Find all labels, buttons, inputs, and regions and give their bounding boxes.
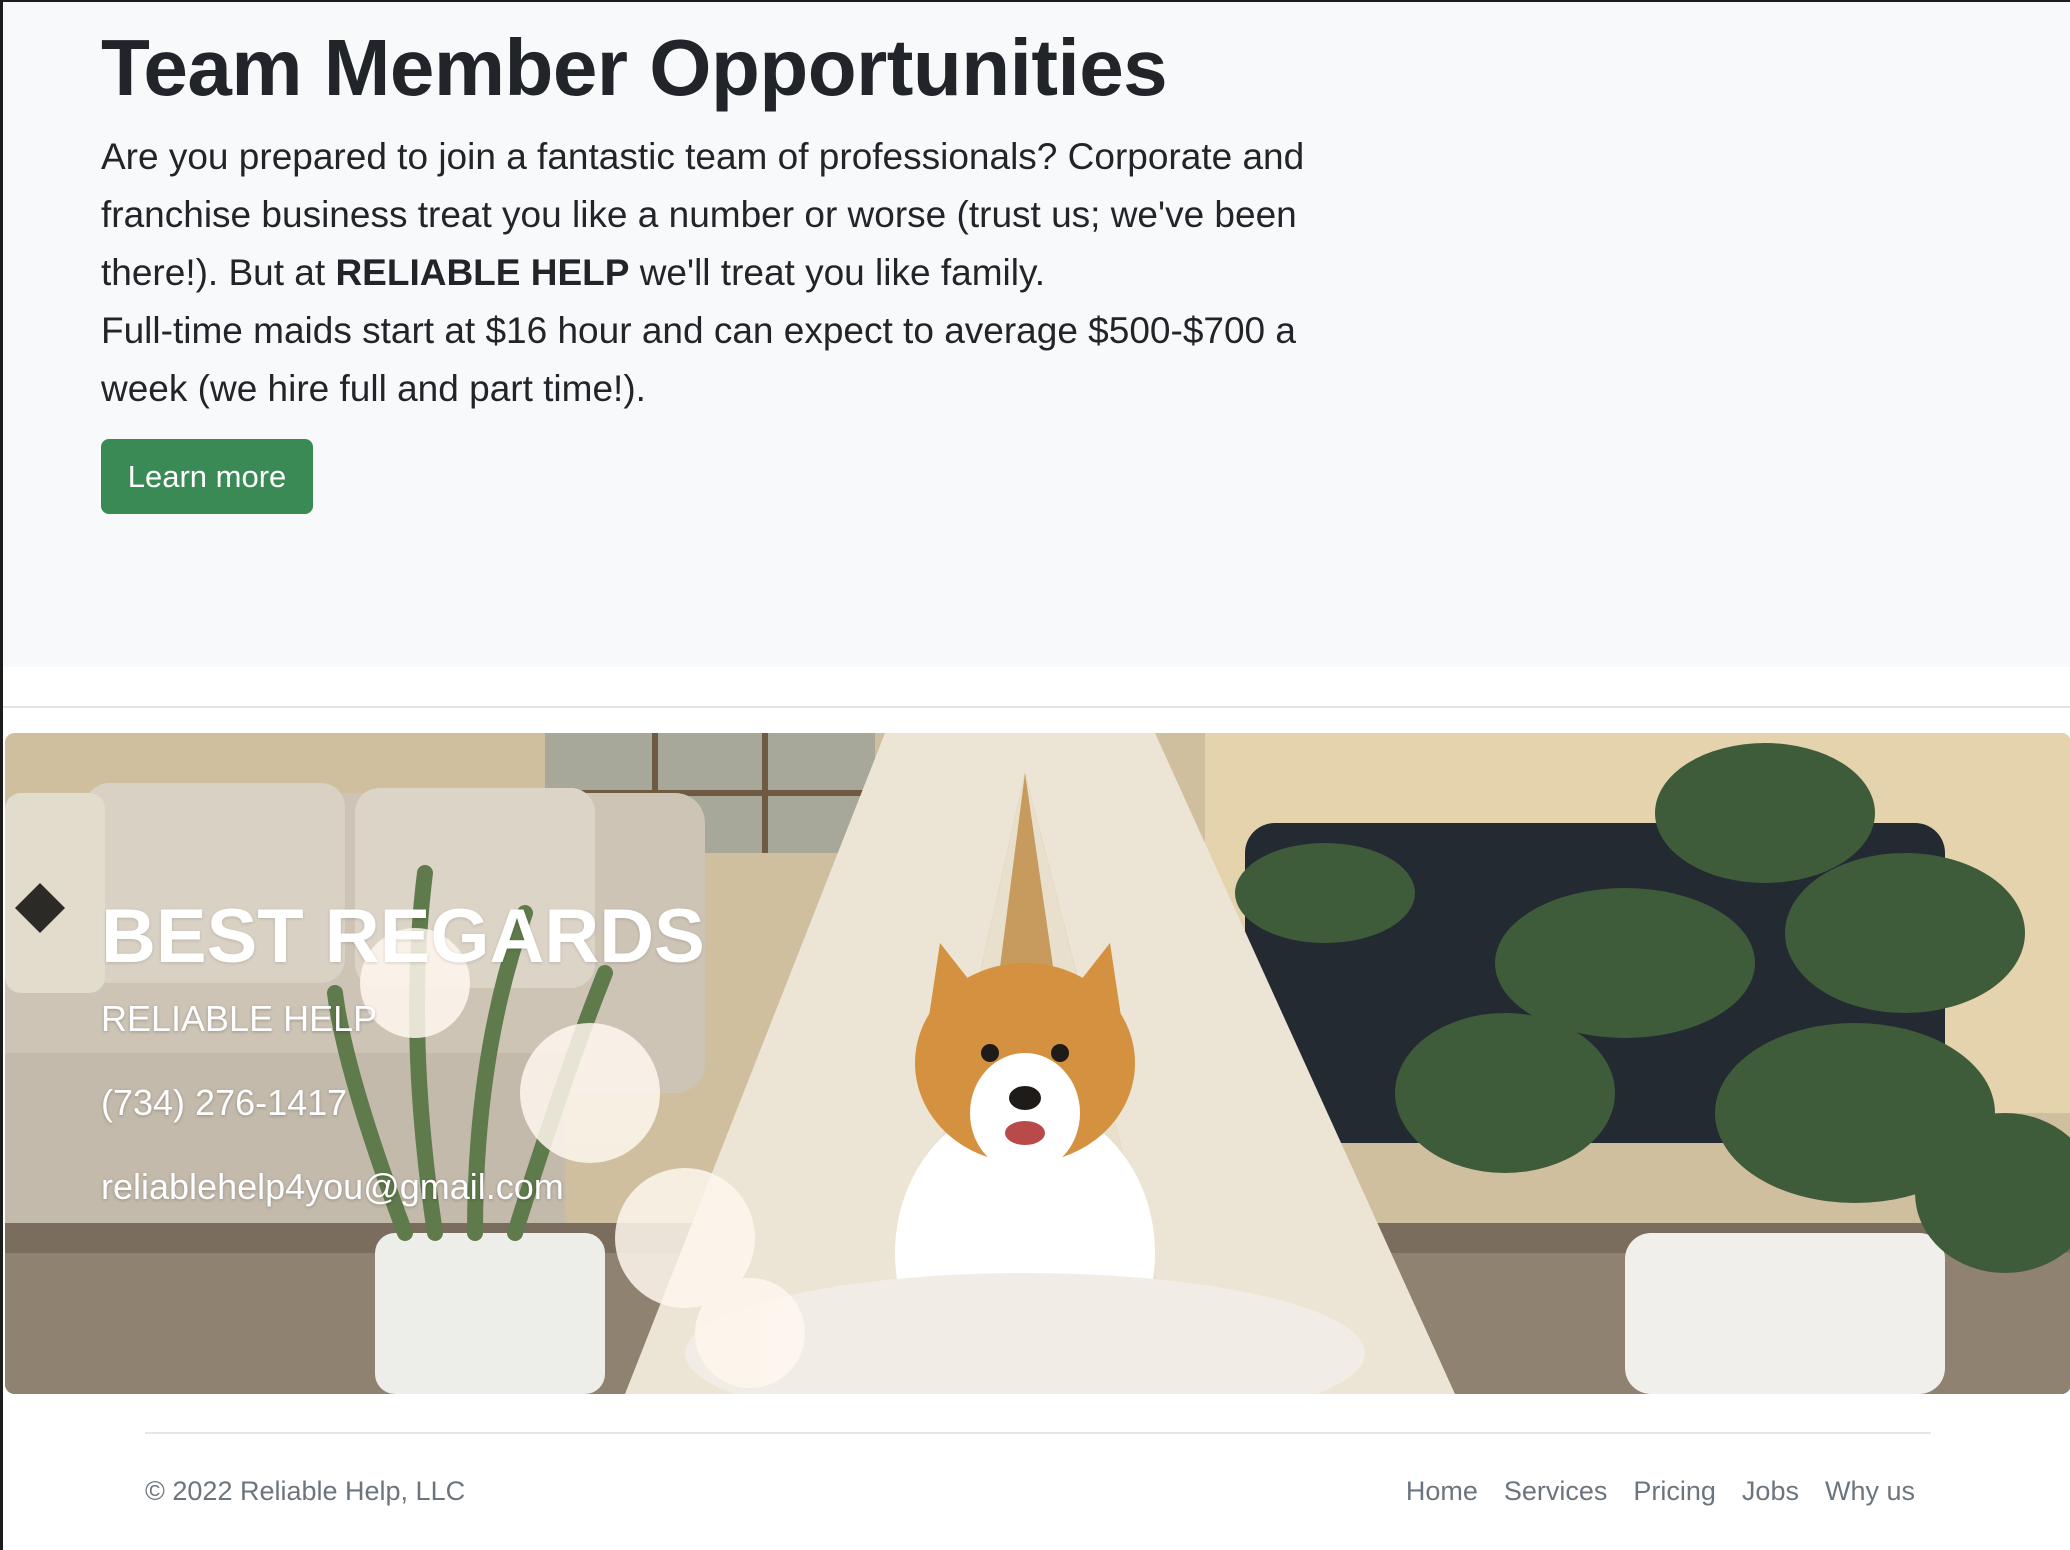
jobs-section: Team Member Opportunities Are you prepar… (3, 2, 2070, 667)
browser-viewport: Team Member Opportunities Are you prepar… (0, 0, 2070, 1550)
jobs-description: Are you prepared to join a fantastic tea… (101, 128, 1361, 418)
regards-title: BEST REGARDS (101, 894, 705, 979)
learn-more-button[interactable]: Learn more (101, 439, 313, 514)
footer-nav-item-home: Home (1406, 1476, 1478, 1507)
section-divider (3, 706, 2070, 708)
company-name-bold: RELIABLE HELP (335, 252, 630, 293)
footer-link-jobs[interactable]: Jobs (1742, 1476, 1799, 1506)
jobs-pay-text: Full-time maids start at $16 hour and ca… (101, 310, 1296, 409)
footer-link-why-us[interactable]: Why us (1825, 1476, 1915, 1506)
email-address: reliablehelp4you@gmail.com (101, 1166, 564, 1207)
phone-number: (734) 276-1417 (101, 1082, 348, 1123)
company-name: RELIABLE HELP (101, 998, 378, 1039)
footer-nav-item-why-us: Why us (1825, 1476, 1915, 1507)
footer-link-pricing[interactable]: Pricing (1633, 1476, 1716, 1506)
corgi-teepee-photo (5, 733, 2070, 1394)
footer-nav-item-services: Services (1504, 1476, 1608, 1507)
regards-banner: BEST REGARDS RELIABLE HELP (734) 276-141… (5, 733, 2070, 1394)
jobs-title: Team Member Opportunities (101, 23, 1168, 112)
footer-link-home[interactable]: Home (1406, 1476, 1478, 1506)
jobs-lead-text-2: we'll treat you like family. (629, 252, 1045, 293)
footer-link-services[interactable]: Services (1504, 1476, 1608, 1506)
footer-nav-item-jobs: Jobs (1742, 1476, 1799, 1507)
footer-copyright: © 2022 Reliable Help, LLC (145, 1476, 466, 1506)
footer-divider (145, 1432, 1931, 1434)
footer-nav: Home Services Pricing Jobs Why us (1406, 1476, 1915, 1507)
footer-nav-item-pricing: Pricing (1633, 1476, 1716, 1507)
